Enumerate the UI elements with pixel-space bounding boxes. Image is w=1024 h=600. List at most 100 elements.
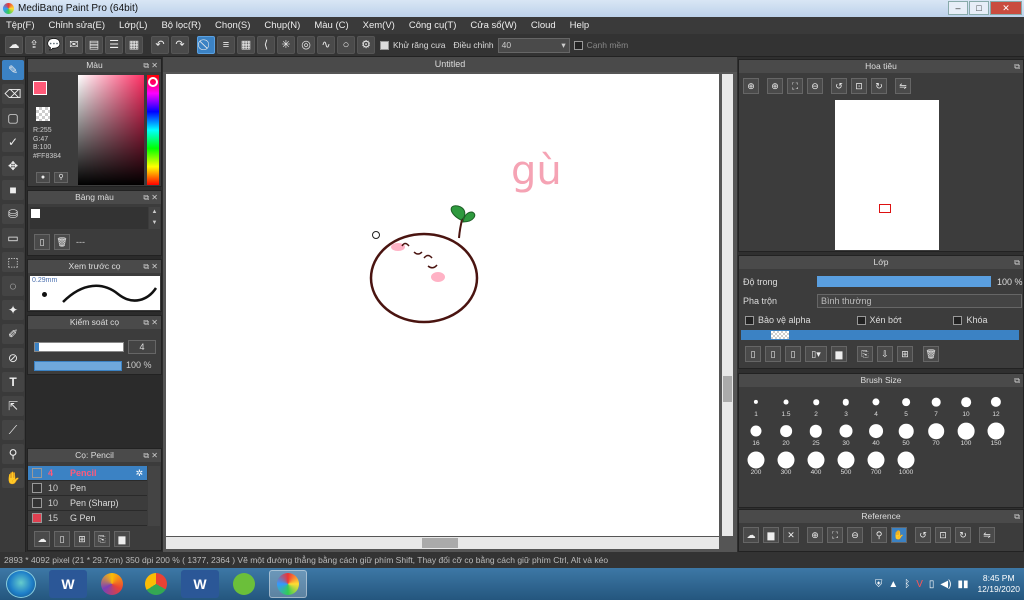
brush-size-option[interactable]: 100 bbox=[951, 419, 981, 448]
lasso-tool-icon[interactable]: ◌ bbox=[2, 276, 24, 296]
brush-opacity-slider[interactable] bbox=[34, 361, 122, 371]
brush-size-option[interactable]: 300 bbox=[771, 448, 801, 477]
eraser-tool-icon[interactable]: ⌫ bbox=[2, 84, 24, 104]
hand-tool-icon[interactable]: ✋ bbox=[2, 468, 24, 488]
medibang-taskbar-icon[interactable] bbox=[269, 570, 307, 598]
blend-mode-select[interactable]: Bình thường bbox=[817, 294, 1022, 308]
ref-folder-icon[interactable]: ▆ bbox=[763, 527, 779, 543]
canvas-vertical-scrollbar[interactable] bbox=[722, 74, 733, 536]
drawing-canvas[interactable]: gù bbox=[166, 74, 719, 536]
panel-float-icon[interactable]: ⧉ bbox=[1014, 60, 1020, 73]
brush-size-option[interactable]: 20 bbox=[771, 419, 801, 448]
zoom-out-icon[interactable]: ⊖ bbox=[807, 78, 823, 94]
grid-snap-icon[interactable]: ▦ bbox=[237, 36, 255, 54]
ref-zoom-in-icon[interactable]: ⊕ bbox=[807, 527, 823, 543]
brush-size-option[interactable]: 25 bbox=[801, 419, 831, 448]
zoom-in-alt-icon[interactable]: ⊕ bbox=[767, 78, 783, 94]
brush-size-option[interactable]: 40 bbox=[861, 419, 891, 448]
rotate-left-icon[interactable]: ↺ bbox=[831, 78, 847, 94]
move-tool-icon[interactable]: ✥ bbox=[2, 156, 24, 176]
close-icon[interactable]: ✕ bbox=[990, 1, 1022, 15]
palette-scrollbar[interactable]: ▲ ▼ bbox=[149, 207, 160, 229]
divide-tool-icon[interactable]: ⟋ bbox=[2, 420, 24, 440]
copy-brush-icon[interactable]: ⎘ bbox=[94, 531, 110, 547]
new-halftone-layer-icon[interactable]: ▯ bbox=[765, 346, 781, 362]
eyedropper-small-icon[interactable]: ⚲ bbox=[54, 172, 68, 183]
palette-swatch-area[interactable] bbox=[30, 207, 148, 229]
browser-taskbar-icon[interactable] bbox=[93, 570, 131, 598]
eyedropper-tool-icon[interactable]: ⚲ bbox=[2, 444, 24, 464]
antivirus-icon[interactable]: V bbox=[916, 579, 923, 590]
brush-tool-icon[interactable]: ✎ bbox=[2, 60, 24, 80]
select-pen-tool-icon[interactable]: ✐ bbox=[2, 324, 24, 344]
select-eraser-tool-icon[interactable]: ⊘ bbox=[2, 348, 24, 368]
menu-item-3[interactable]: Bộ lọc(R) bbox=[155, 20, 209, 31]
color-wheel-icon[interactable]: ● bbox=[36, 172, 50, 183]
brush-size-option[interactable]: 700 bbox=[861, 448, 891, 477]
rectangle-tool-icon[interactable]: ▢ bbox=[2, 108, 24, 128]
curve-snap-icon[interactable]: ∿ bbox=[317, 36, 335, 54]
brush-menu-icon[interactable]: ⊞ bbox=[74, 531, 90, 547]
delete-palette-icon[interactable]: 🗑 bbox=[54, 234, 70, 250]
brush-size-option[interactable]: 1 bbox=[741, 390, 771, 419]
snap-off-icon[interactable]: ⃠ bbox=[197, 36, 215, 54]
comment-icon[interactable]: 💬 bbox=[45, 36, 63, 54]
ref-eyedropper-icon[interactable]: ⚲ bbox=[871, 527, 887, 543]
brush-size-option[interactable]: 1.5 bbox=[771, 390, 801, 419]
brush-list-item[interactable]: 4 Pencil ✲ bbox=[28, 466, 147, 481]
fit-icon[interactable]: ⛶ bbox=[787, 78, 803, 94]
brush-size-option[interactable]: 10 bbox=[951, 390, 981, 419]
menu-item-1[interactable]: Chỉnh sửa(E) bbox=[43, 20, 114, 31]
palette-white-swatch[interactable] bbox=[31, 209, 40, 218]
brush-size-option[interactable]: 70 bbox=[921, 419, 951, 448]
menu-item-11[interactable]: Help bbox=[564, 20, 598, 31]
perspective-snap-icon[interactable]: ⟨ bbox=[257, 36, 275, 54]
clipping-checkbox[interactable] bbox=[856, 315, 866, 325]
ellipse-snap-icon[interactable]: ○ bbox=[337, 36, 355, 54]
menu-item-0[interactable]: Tệp(F) bbox=[0, 20, 43, 31]
panel-float-icon[interactable]: ⧉ bbox=[1014, 374, 1020, 387]
brush-size-option[interactable]: 7 bbox=[921, 390, 951, 419]
panel-close-icon[interactable]: ⧉ ✕ bbox=[143, 316, 158, 329]
menu-item-2[interactable]: Lớp(L) bbox=[113, 20, 155, 31]
correction-select[interactable]: 40 bbox=[497, 37, 570, 53]
panel-close-icon[interactable]: ⧉ ✕ bbox=[143, 260, 158, 273]
pages-list-icon[interactable]: ☰ bbox=[105, 36, 123, 54]
grid-icon[interactable]: ▦ bbox=[125, 36, 143, 54]
brush-size-option[interactable]: 2 bbox=[801, 390, 831, 419]
cloud-icon[interactable]: ☁ bbox=[5, 36, 23, 54]
brush-size-value[interactable]: 4 bbox=[128, 340, 156, 354]
brush-settings-icon[interactable]: ✲ bbox=[135, 468, 143, 479]
brush-list-item[interactable]: 10 Pen (Sharp) bbox=[28, 496, 147, 511]
layer-folder-icon[interactable]: ▆ bbox=[831, 346, 847, 362]
ref-cloud-icon[interactable]: ☁ bbox=[743, 527, 759, 543]
transparent-swatch[interactable] bbox=[36, 107, 50, 121]
menu-item-6[interactable]: Màu (C) bbox=[308, 20, 356, 31]
hue-slider[interactable] bbox=[147, 75, 159, 185]
clock[interactable]: 8:45 PM 12/19/2020 bbox=[977, 573, 1020, 595]
ref-reset-icon[interactable]: ⊡ bbox=[935, 527, 951, 543]
settings-snap-icon[interactable]: ⚙ bbox=[357, 36, 375, 54]
soft-edge-checkbox[interactable] bbox=[573, 40, 583, 50]
power-icon[interactable]: ▯ bbox=[929, 579, 935, 590]
select-tool-icon[interactable]: ⬚ bbox=[2, 252, 24, 272]
rotate-right-icon[interactable]: ↻ bbox=[871, 78, 887, 94]
magic-wand-tool-icon[interactable]: ✦ bbox=[2, 300, 24, 320]
ref-zoom-out-icon[interactable]: ⊖ bbox=[847, 527, 863, 543]
layer-row[interactable] bbox=[741, 330, 1019, 340]
primary-color-swatch[interactable] bbox=[33, 81, 47, 95]
brush-list-item[interactable]: 10 Pen bbox=[28, 481, 147, 496]
ref-rotate-left-icon[interactable]: ↺ bbox=[915, 527, 931, 543]
brush-size-slider[interactable] bbox=[34, 342, 124, 352]
brush-list-item[interactable]: 15 G Pen bbox=[28, 511, 147, 526]
operation-tool-icon[interactable]: ⇱ bbox=[2, 396, 24, 416]
upload-icon[interactable]: ⇪ bbox=[25, 36, 43, 54]
word-doc-taskbar-icon[interactable]: W bbox=[181, 570, 219, 598]
duplicate-layer-icon[interactable]: ⎘ bbox=[857, 346, 873, 362]
brush-size-option[interactable]: 50 bbox=[891, 419, 921, 448]
brush-size-option[interactable]: 400 bbox=[801, 448, 831, 477]
coccoc-taskbar-icon[interactable] bbox=[225, 570, 263, 598]
brush-size-option[interactable]: 16 bbox=[741, 419, 771, 448]
chrome-taskbar-icon[interactable] bbox=[137, 570, 175, 598]
brush-size-option[interactable]: 3 bbox=[831, 390, 861, 419]
